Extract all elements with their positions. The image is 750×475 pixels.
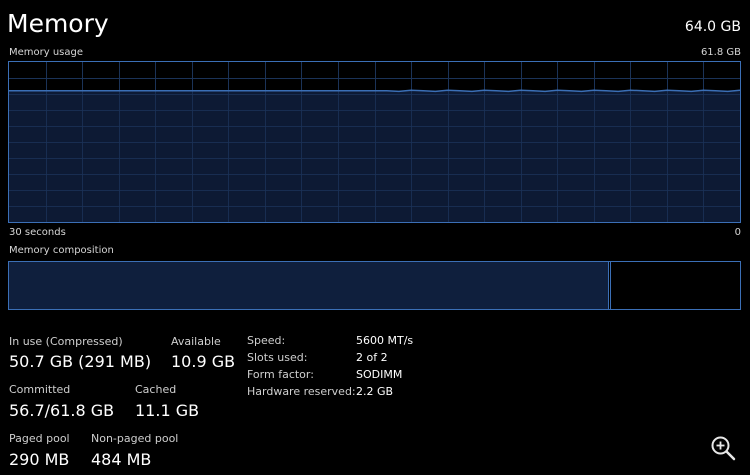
speed-label: Speed: [247,334,286,347]
memory-composition-bar[interactable] [8,261,741,310]
non-paged-pool-label: Non-paged pool [91,432,179,445]
paged-pool-value: 290 MB [9,450,70,469]
in-use-label: In use (Compressed) [9,335,123,348]
slots-used-value: 2 of 2 [356,351,388,364]
graph-time-start: 30 seconds [9,227,66,238]
cached-value: 11.1 GB [135,401,200,420]
memory-composition-label: Memory composition [9,245,114,256]
paged-pool-label: Paged pool [9,432,70,445]
page-title: Memory [7,9,109,38]
hardware-reserved-label: Hardware reserved: [247,385,356,398]
committed-value: 56.7/61.8 GB [9,401,115,420]
committed-label: Committed [9,383,71,396]
form-factor-value: SODIMM [356,368,403,381]
cached-label: Cached [135,383,177,396]
non-paged-pool-value: 484 MB [91,450,152,469]
slots-used-label: Slots used: [247,351,308,364]
memory-usage-max: 61.8 GB [700,47,741,58]
memory-usage-graph[interactable] [8,61,741,223]
memory-usage-plot [9,62,740,222]
speed-value: 5600 MT/s [356,334,414,347]
memory-usage-label: Memory usage [9,47,84,58]
zoom-in-icon[interactable] [710,435,736,461]
composition-divider [610,262,611,309]
total-memory: 64.0 GB [684,19,741,35]
available-value: 10.9 GB [171,352,236,371]
composition-in-use-segment[interactable] [9,262,609,309]
form-factor-label: Form factor: [247,368,314,381]
graph-time-end: 0 [734,227,741,238]
in-use-value: 50.7 GB (291 MB) [9,352,152,371]
hardware-reserved-value: 2.2 GB [356,385,394,398]
available-label: Available [171,335,221,348]
